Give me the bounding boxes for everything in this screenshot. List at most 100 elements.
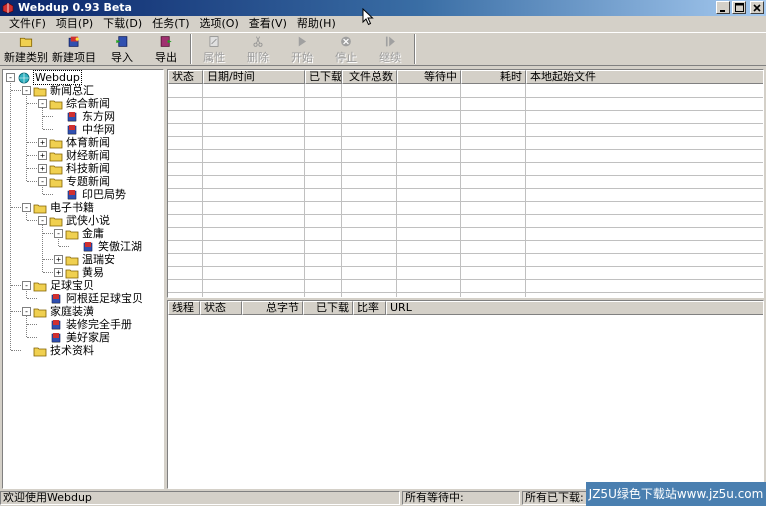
thread-list-header: 线程 状态 总字节 已下载 比率 URL bbox=[168, 301, 763, 315]
mouse-cursor-icon bbox=[362, 8, 374, 26]
tree-item[interactable]: + 体育新闻 bbox=[38, 136, 111, 149]
tree-item[interactable]: - 家庭装潢 bbox=[22, 305, 95, 318]
top_list-column-header[interactable]: 状态 bbox=[168, 70, 203, 84]
new-project-button[interactable]: 新建项目 bbox=[48, 33, 100, 65]
top_list-column-header[interactable]: 本地起始文件 bbox=[526, 70, 763, 84]
grid-line bbox=[168, 162, 763, 163]
tree-item[interactable]: 技术资料 bbox=[22, 344, 95, 357]
properties-button[interactable]: 属性 bbox=[192, 33, 236, 65]
tree-item[interactable]: - 金庸 bbox=[54, 227, 105, 240]
watermark: JZ5U绿色下载站www.jz5u.com bbox=[586, 482, 766, 506]
tree-guide-line bbox=[27, 181, 37, 182]
tree-guide-line bbox=[43, 233, 53, 234]
expand-icon[interactable]: + bbox=[54, 255, 63, 264]
grid-line bbox=[168, 266, 763, 267]
import-button[interactable]: 导入 bbox=[100, 33, 144, 65]
bottom_list-column-header[interactable]: 总字节 bbox=[242, 301, 303, 315]
tree-item-label: 综合新闻 bbox=[66, 97, 110, 110]
start-button[interactable]: 开始 bbox=[280, 33, 324, 65]
bottom_list-column-header[interactable]: 比率 bbox=[353, 301, 386, 315]
maximize-button[interactable] bbox=[732, 1, 746, 14]
book-icon bbox=[83, 241, 93, 252]
tree-item[interactable]: 笑傲江湖 bbox=[70, 240, 143, 253]
menu-download[interactable]: 下载(D) bbox=[98, 16, 147, 32]
tree-item[interactable]: + 科技新闻 bbox=[38, 162, 111, 175]
tree-guide-line bbox=[27, 220, 37, 221]
tree-guide-line bbox=[11, 90, 21, 91]
minimize-button[interactable] bbox=[716, 1, 730, 14]
collapse-icon[interactable]: - bbox=[22, 203, 31, 212]
top_list-column-header[interactable]: 等待中 bbox=[397, 70, 461, 84]
tree-item[interactable]: - 武侠小说 bbox=[38, 214, 111, 227]
top_list-column-header[interactable]: 已下载 bbox=[305, 70, 342, 84]
status-message: 欢迎使用Webdup bbox=[0, 491, 400, 505]
tree-item[interactable]: - 足球宝贝 bbox=[22, 279, 95, 292]
bottom_list-column-header[interactable]: 已下载 bbox=[303, 301, 353, 315]
book-icon bbox=[51, 293, 61, 304]
tree-item-label: 体育新闻 bbox=[66, 136, 110, 149]
tree-item[interactable]: - 专题新闻 bbox=[38, 175, 111, 188]
tree-item[interactable]: - 电子书籍 bbox=[22, 201, 95, 214]
tree-item-label: 技术资料 bbox=[50, 344, 94, 357]
tree-item[interactable]: 阿根廷足球宝贝 bbox=[38, 292, 144, 305]
bottom_list-column-header[interactable]: 状态 bbox=[200, 301, 242, 315]
expand-icon[interactable]: + bbox=[38, 164, 47, 173]
tree-item[interactable]: - 综合新闻 bbox=[38, 97, 111, 110]
resume-button[interactable]: 继续 bbox=[368, 33, 412, 65]
book-icon bbox=[67, 111, 77, 122]
tree-guide-line bbox=[43, 194, 53, 195]
expand-icon[interactable]: + bbox=[38, 151, 47, 160]
expand-icon[interactable]: + bbox=[54, 268, 63, 277]
collapse-icon[interactable]: - bbox=[54, 229, 63, 238]
top_list-column-header[interactable]: 文件总数 bbox=[342, 70, 397, 84]
menu-view[interactable]: 查看(V) bbox=[244, 16, 292, 32]
menu-help[interactable]: 帮助(H) bbox=[292, 16, 341, 32]
tree-guide-line bbox=[27, 337, 37, 338]
tree-item[interactable]: 装修完全手册 bbox=[38, 318, 133, 331]
tree-item[interactable]: - Webdup bbox=[6, 70, 82, 85]
menu-options[interactable]: 选项(O) bbox=[195, 16, 244, 32]
grid-line bbox=[168, 123, 763, 124]
menu-project[interactable]: 项目(P) bbox=[51, 16, 98, 32]
tree-item[interactable]: - 新闻总汇 bbox=[22, 84, 95, 97]
collapse-icon[interactable]: - bbox=[22, 281, 31, 290]
collapse-icon[interactable]: - bbox=[22, 307, 31, 316]
tree-item[interactable]: 美好家居 bbox=[38, 331, 111, 344]
tree-item-label: 印巴局势 bbox=[82, 188, 126, 201]
top_list-column-header[interactable]: 日期/时间 bbox=[203, 70, 305, 84]
tree-item[interactable]: 印巴局势 bbox=[54, 188, 127, 201]
collapse-icon[interactable]: - bbox=[38, 177, 47, 186]
collapse-icon[interactable]: - bbox=[38, 99, 47, 108]
tree-item[interactable]: 东方网 bbox=[54, 110, 116, 123]
close-button[interactable] bbox=[750, 1, 764, 14]
thread-list[interactable]: 线程 状态 总字节 已下载 比率 URL bbox=[167, 300, 764, 489]
top_list-column-header[interactable]: 耗时 bbox=[461, 70, 526, 84]
collapse-icon[interactable]: - bbox=[22, 86, 31, 95]
grid-line bbox=[168, 97, 763, 98]
title-bar[interactable]: Webdup 0.93 Beta bbox=[0, 0, 766, 16]
toolbar: 新建类别 新建项目 导入 导出 属性 删除 开始 停止 继续 bbox=[0, 32, 766, 66]
stop-button[interactable]: 停止 bbox=[324, 33, 368, 65]
tree-item[interactable]: + 黄易 bbox=[54, 266, 105, 279]
menu-file[interactable]: 文件(F) bbox=[4, 16, 51, 32]
tree-item[interactable]: 中华网 bbox=[54, 123, 116, 136]
collapse-icon[interactable]: - bbox=[38, 216, 47, 225]
folder-icon bbox=[49, 100, 63, 109]
globe-icon bbox=[18, 72, 30, 83]
bottom_list-column-header[interactable]: 线程 bbox=[168, 301, 200, 315]
tree-item[interactable]: + 财经新闻 bbox=[38, 149, 111, 162]
collapse-icon[interactable]: - bbox=[6, 73, 15, 82]
bottom_list-column-header[interactable]: URL bbox=[386, 301, 763, 315]
project-list[interactable]: 状态 日期/时间 已下载 文件总数 等待中 耗时 本地起始文件 bbox=[167, 69, 764, 298]
menu-task[interactable]: 任务(T) bbox=[147, 16, 194, 32]
toolbar-separator bbox=[414, 34, 416, 64]
properties-icon bbox=[209, 36, 219, 47]
tree-item[interactable]: + 温瑞安 bbox=[54, 253, 116, 266]
tree-guide-line bbox=[43, 272, 53, 273]
category-tree[interactable]: - Webdup - 新闻总汇 - 综合新闻 东方网 中华网 + 体育新闻 + 财经新闻 + 科技新闻 - 专… bbox=[2, 69, 164, 489]
tree-item-label: 中华网 bbox=[82, 123, 115, 136]
export-button[interactable]: 导出 bbox=[144, 33, 188, 65]
new-category-button[interactable]: 新建类别 bbox=[4, 33, 48, 65]
delete-button[interactable]: 删除 bbox=[236, 33, 280, 65]
expand-icon[interactable]: + bbox=[38, 138, 47, 147]
